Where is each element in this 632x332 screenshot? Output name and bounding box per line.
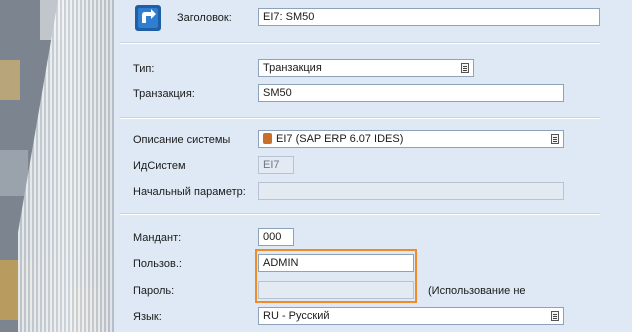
type-label: Тип:	[133, 63, 155, 75]
system-id-field: EI7	[258, 156, 294, 174]
separator	[120, 42, 600, 44]
language-dropdown[interactable]: RU - Русский	[258, 307, 564, 325]
title-field[interactable]: EI7: SM50	[258, 8, 600, 26]
sap-shortcut-logo-icon	[135, 5, 161, 31]
type-dropdown[interactable]: Транзакция	[258, 59, 474, 77]
dropdown-icon[interactable]	[551, 311, 559, 321]
system-description-dropdown[interactable]: EI7 (SAP ERP 6.07 IDES)	[258, 130, 564, 148]
dropdown-icon[interactable]	[551, 134, 559, 144]
transaction-label: Транзакция:	[133, 88, 195, 100]
system-description-label: Описание системы	[133, 134, 231, 146]
password-label: Пароль:	[133, 285, 175, 297]
title-label: Заголовок:	[177, 12, 232, 24]
sap-system-icon	[263, 133, 272, 144]
system-description-value: EI7 (SAP ERP 6.07 IDES)	[276, 133, 404, 145]
language-label: Язык:	[133, 311, 162, 323]
user-label: Пользов.:	[133, 258, 182, 270]
transaction-field[interactable]: SM50	[258, 84, 564, 102]
dropdown-icon[interactable]	[461, 63, 469, 73]
client-label: Мандант:	[133, 232, 182, 244]
type-value: Транзакция	[263, 62, 322, 74]
start-parameter-field	[258, 182, 564, 200]
start-parameter-label: Начальный параметр:	[133, 186, 246, 198]
system-id-label: ИдСистем	[133, 160, 186, 172]
separator	[120, 117, 600, 119]
credentials-highlight-box	[255, 249, 417, 303]
password-note: (Использование не	[428, 285, 526, 297]
decorative-building-image	[0, 0, 114, 332]
language-value: RU - Русский	[263, 310, 330, 322]
separator	[120, 213, 600, 215]
client-field[interactable]: 000	[258, 228, 294, 246]
